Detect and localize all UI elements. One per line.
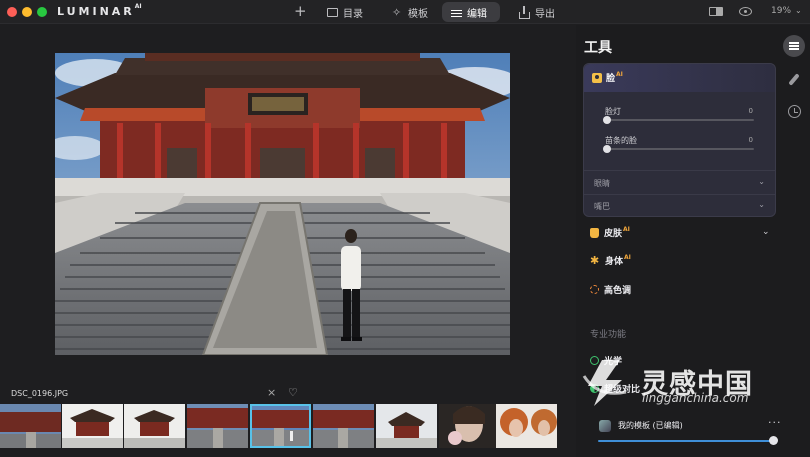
lens-icon — [590, 356, 599, 365]
folder-icon — [327, 7, 338, 17]
body-tool[interactable]: ✱ 身体AI — [590, 254, 631, 267]
high-key-tool-label: 高色调 — [604, 286, 632, 296]
pro-section-label: 专业功能 — [590, 330, 627, 340]
sun-icon — [590, 285, 599, 294]
chevron-down-icon[interactable]: ⌄ — [795, 6, 802, 15]
app-brand: LUMINARAI — [57, 3, 142, 18]
skin-icon — [590, 227, 599, 238]
face-tool-card: 脸AI 脸灯 0 苗条的脸 0 眼睛 ⌄ 嘴巴 ⌄ — [583, 63, 776, 217]
slider-knob[interactable] — [769, 436, 778, 445]
face-tool-header[interactable]: 脸AI — [584, 64, 775, 92]
edit-button[interactable]: 编辑 — [442, 2, 500, 22]
tools-rail-button[interactable] — [783, 35, 805, 57]
chevron-down-icon[interactable]: ⌄ — [762, 227, 770, 237]
thumbnail[interactable] — [439, 404, 500, 448]
top-toolbar: LUMINARAI + 目录 ✧ 模板 编辑 导出 19% ⌄ — [0, 0, 810, 24]
body-icon: ✱ — [590, 253, 600, 267]
divider — [584, 170, 775, 171]
ai-badge: AI — [623, 226, 630, 233]
compare-icon[interactable] — [709, 7, 723, 16]
divider — [584, 194, 775, 195]
brush-icon — [788, 72, 800, 86]
preset-name[interactable]: 我的模板 (已编辑) — [618, 420, 683, 431]
sliders-icon — [789, 42, 799, 44]
history-rail-button[interactable] — [783, 100, 805, 122]
skin-tool[interactable]: 皮肤AI — [590, 226, 630, 239]
catalog-label: 目录 — [343, 8, 363, 20]
share-icon — [519, 5, 530, 19]
maximize-window-button[interactable] — [37, 7, 47, 17]
high-key-tool[interactable]: 高色调 — [590, 283, 631, 296]
zoom-level[interactable]: 19% — [771, 6, 791, 16]
body-tool-title: 身体 — [605, 257, 624, 267]
clock-icon — [787, 104, 801, 118]
templates-button[interactable]: ✧ 模板 — [383, 2, 437, 22]
sparkle-icon: ✧ — [392, 5, 402, 19]
panel-title: 工具 — [584, 40, 612, 56]
close-window-button[interactable] — [7, 7, 17, 17]
brush-rail-button[interactable] — [783, 68, 805, 90]
thumbnail[interactable] — [62, 404, 123, 448]
main-photo[interactable] — [55, 53, 510, 355]
face-light-slider[interactable] — [603, 116, 754, 124]
body-tool-label: 身体AI — [605, 254, 631, 267]
catalog-button[interactable]: 目录 — [318, 2, 372, 22]
add-icon[interactable]: + — [294, 3, 307, 19]
slider-value-slim-face[interactable]: 0 — [749, 136, 753, 144]
optics-tool[interactable]: 光学 — [590, 354, 622, 367]
brand-name: LUMINAR — [57, 5, 135, 18]
mouth-section[interactable]: 嘴巴 — [594, 201, 610, 212]
slider-knob[interactable] — [603, 116, 611, 124]
slim-face-slider[interactable] — [603, 145, 754, 153]
super-contrast-tool-label: 超级对比 — [604, 385, 641, 395]
image-canvas[interactable] — [0, 25, 568, 382]
eye-icon[interactable] — [739, 7, 752, 16]
face-icon — [592, 73, 602, 83]
face-tool-label: 脸AI — [606, 71, 623, 84]
eyes-section[interactable]: 眼睛 — [594, 178, 610, 189]
export-button[interactable]: 导出 — [510, 2, 564, 22]
thumbnail[interactable] — [313, 404, 374, 448]
thumbnail[interactable] — [0, 404, 61, 448]
chevron-down-icon[interactable]: ⌄ — [758, 200, 765, 209]
chevron-down-icon[interactable]: ⌄ — [758, 177, 765, 186]
edit-label: 编辑 — [467, 8, 487, 20]
file-name: DSC_0196.JPG — [11, 389, 69, 398]
thumbnail[interactable] — [496, 404, 557, 448]
slider-value-face-light[interactable]: 0 — [749, 107, 753, 115]
super-contrast-tool[interactable]: 超级对比 — [590, 382, 640, 395]
preset-amount-slider[interactable] — [598, 440, 774, 442]
photo-illustration — [55, 53, 510, 355]
preset-thumbnail — [599, 420, 611, 432]
optics-tool-label: 光学 — [604, 357, 623, 367]
more-icon[interactable]: ··· — [768, 416, 782, 429]
templates-label: 模板 — [408, 8, 428, 20]
contrast-icon — [590, 384, 599, 393]
brand-sup: AI — [134, 3, 142, 11]
skin-tool-label: 皮肤AI — [604, 226, 630, 239]
ai-badge: AI — [616, 71, 623, 78]
export-label: 导出 — [535, 8, 555, 20]
filmstrip — [0, 404, 568, 449]
ai-badge: AI — [624, 254, 631, 261]
close-icon[interactable]: × — [267, 386, 276, 399]
slider-knob[interactable] — [603, 145, 611, 153]
slider-label-slim-face: 苗条的脸 — [605, 136, 637, 145]
preset-bar: 我的模板 (已编辑) ··· — [584, 415, 810, 457]
sliders-icon — [451, 7, 462, 18]
heart-icon[interactable]: ♡ — [288, 386, 298, 399]
thumbnail-selected[interactable] — [250, 404, 311, 448]
thumbnail[interactable] — [376, 404, 437, 448]
skin-tool-title: 皮肤 — [604, 229, 623, 239]
thumbnail[interactable] — [124, 404, 185, 448]
thumbnail[interactable] — [187, 404, 248, 448]
face-tool-title: 脸 — [606, 74, 616, 84]
minimize-window-button[interactable] — [22, 7, 32, 17]
